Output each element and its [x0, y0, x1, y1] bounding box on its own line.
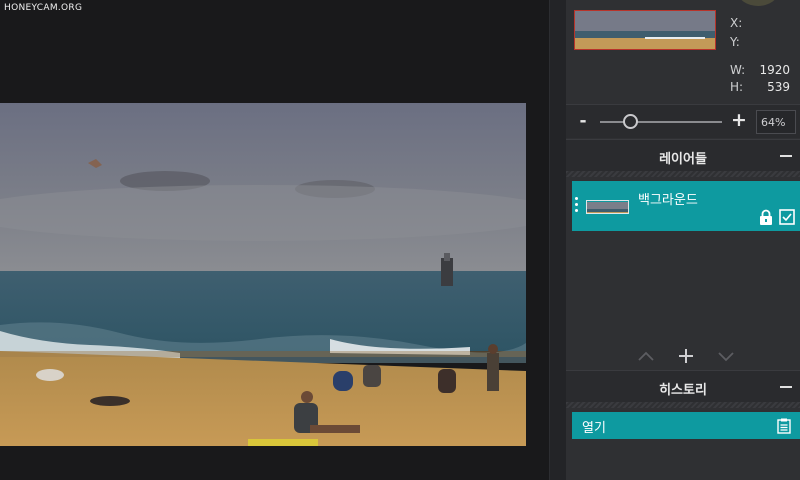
document-icon — [777, 418, 791, 434]
zoom-slider-handle[interactable] — [623, 114, 638, 129]
visibility-check-icon[interactable] — [779, 209, 795, 225]
vertical-scrollbar[interactable] — [549, 0, 566, 480]
navigator-thumbnail[interactable] — [574, 10, 716, 50]
history-item-label: 열기 — [582, 421, 606, 436]
drag-handle-icon[interactable] — [575, 197, 579, 215]
layer-thumbnail — [586, 200, 629, 214]
canvas-area[interactable]: HONEYCAM.ORG — [0, 0, 549, 480]
zoom-controls: - + — [566, 104, 800, 138]
layer-item[interactable]: 백그라운드 — [572, 181, 800, 231]
y-label: Y: — [730, 35, 740, 49]
layer-name: 백그라운드 — [638, 193, 698, 208]
zoom-in-button[interactable]: + — [731, 109, 747, 131]
layers-divider — [566, 171, 800, 177]
lock-icon[interactable] — [759, 209, 773, 225]
history-title: 히스토리 — [659, 383, 707, 398]
history-list: 열기 — [566, 408, 800, 480]
layer-actions — [566, 346, 800, 368]
beach-photo-image — [0, 103, 526, 446]
layers-header: 레이어들 — [566, 139, 800, 171]
history-header: 히스토리 — [566, 370, 800, 402]
beach-photo[interactable] — [0, 103, 526, 446]
history-collapse-icon[interactable] — [780, 386, 792, 388]
add-icon[interactable] — [676, 346, 696, 366]
h-value: 539 — [767, 80, 790, 94]
layers-collapse-icon[interactable] — [780, 155, 792, 157]
x-label: X: — [730, 16, 743, 30]
move-up-icon[interactable] — [636, 346, 656, 366]
layers-list: 백그라운드 — [566, 178, 800, 370]
zoom-input[interactable] — [756, 110, 796, 134]
navigator: X: Y: W: H: 1920 539 — [566, 0, 800, 103]
navigator-decoration — [738, 0, 778, 6]
w-value: 1920 — [759, 63, 790, 77]
history-item[interactable]: 열기 — [572, 412, 800, 439]
zoom-out-button[interactable]: - — [576, 111, 590, 131]
right-panel: X: Y: W: H: 1920 539 - + 레이어들 백그라운드 — [566, 0, 800, 480]
layers-title: 레이어들 — [659, 152, 707, 167]
move-down-icon[interactable] — [716, 346, 736, 366]
watermark: HONEYCAM.ORG — [4, 3, 83, 13]
navigator-thumbnail-image — [575, 11, 715, 49]
zoom-slider-track[interactable] — [600, 121, 722, 123]
